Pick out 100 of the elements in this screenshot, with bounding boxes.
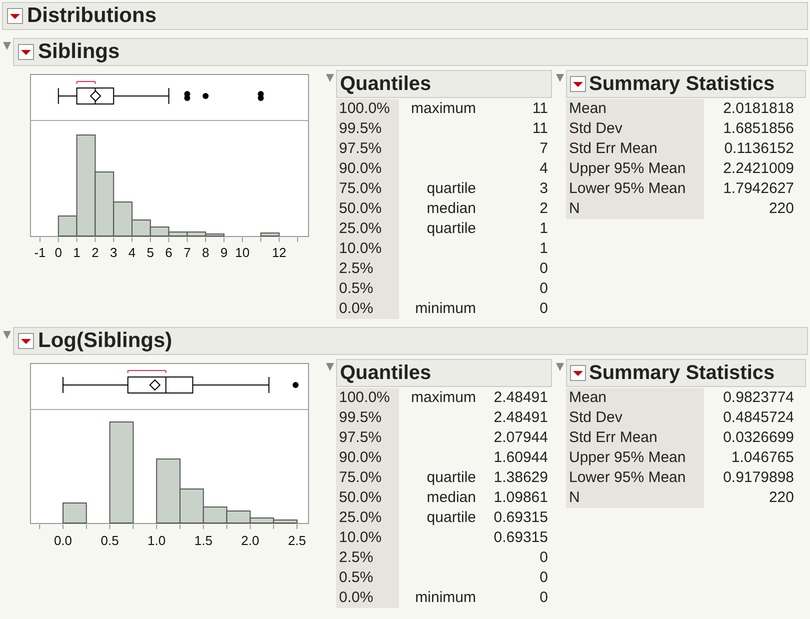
caret-icon xyxy=(21,338,31,344)
percent-cell: 10.0% xyxy=(336,528,399,548)
axis-label: 10 xyxy=(235,245,250,260)
statistic-cell: Upper 95% Mean xyxy=(566,159,704,179)
value-cell-text: 1.60944 xyxy=(492,448,548,468)
value-cell-text: 0.1136152 xyxy=(723,139,794,159)
statistic-cell: Mean xyxy=(566,99,704,119)
menu-button[interactable] xyxy=(570,365,586,381)
value-cell-text: 2 xyxy=(538,199,548,219)
menu-button[interactable] xyxy=(18,333,34,349)
quantile-label: quartile xyxy=(426,509,476,526)
quantile-label: maximum xyxy=(410,100,476,117)
menu-button[interactable] xyxy=(18,44,34,60)
value-cell-text: 0.9179898 xyxy=(722,468,794,488)
statistic-cell: Std Dev xyxy=(566,119,704,139)
axis-label: 7 xyxy=(184,245,191,260)
quantile-label: quartile xyxy=(426,220,476,237)
percent-cell: 100.0% xyxy=(336,99,399,119)
statistic-cell: Lower 95% Mean xyxy=(566,468,704,488)
axis-label: 1 xyxy=(73,245,80,260)
value-cell-text: 4 xyxy=(538,159,548,179)
statistic-cell: N xyxy=(566,488,704,508)
value-cell-text: 2.48491 xyxy=(492,388,548,408)
statistic-cell: Std Err Mean xyxy=(566,139,704,159)
caret-icon xyxy=(10,14,20,18)
section-title: Log(Siblings) xyxy=(38,329,172,353)
axis-label: 9 xyxy=(220,245,228,260)
value-cell-text: 2.48491 xyxy=(492,408,548,428)
axis-label: 12 xyxy=(272,245,286,260)
value-cell-text: 7 xyxy=(538,139,548,159)
axis-label: 2 xyxy=(92,245,99,260)
section-title: Siblings xyxy=(38,40,120,64)
axis-label: 4 xyxy=(128,245,136,260)
histogram-bar xyxy=(62,502,87,524)
value-cell-text: 0 xyxy=(538,568,548,588)
axis-label: 1.5 xyxy=(194,533,212,548)
percent-cell: 75.0% xyxy=(336,179,399,199)
menu-button[interactable] xyxy=(7,8,23,24)
value-cell-text: 0.4845724 xyxy=(722,408,794,428)
value-cell-text: 0.0326699 xyxy=(722,428,794,448)
value-cell-text: 0 xyxy=(538,279,548,299)
histogram-bar xyxy=(260,232,280,236)
percent-cell: 75.0% xyxy=(336,468,399,488)
statistic-cell: Lower 95% Mean xyxy=(566,179,704,199)
value-cell-text: 2.07944 xyxy=(492,428,548,448)
value-cell-text: 2.0181818 xyxy=(722,99,794,119)
percent-cell: 99.5% xyxy=(336,119,399,139)
caret-icon xyxy=(573,370,583,376)
percent-cell: 0.5% xyxy=(336,279,399,299)
value-cell-text: 11 xyxy=(531,119,548,139)
percent-cell: 25.0% xyxy=(336,508,399,528)
panel-title: Summary Statistics xyxy=(589,362,775,384)
percent-cell: 50.0% xyxy=(336,199,399,219)
percent-cell: 90.0% xyxy=(336,448,399,468)
axis-label: 6 xyxy=(165,245,172,260)
value-cell-text: 1.6851856 xyxy=(722,119,794,139)
percent-cell: 2.5% xyxy=(336,548,399,568)
statistic-cell: Std Err Mean xyxy=(566,428,704,448)
value-cell-text: 11 xyxy=(531,99,548,119)
axis-label: 1.0 xyxy=(148,533,166,548)
value-cell-text: 0 xyxy=(538,299,548,319)
percent-cell: 97.5% xyxy=(336,139,399,159)
caret-icon xyxy=(21,50,31,54)
percent-cell: 10.0% xyxy=(336,239,399,259)
percent-cell: 0.0% xyxy=(336,299,399,319)
percent-cell: 50.0% xyxy=(336,488,399,508)
percent-cell: 99.5% xyxy=(336,408,399,428)
quantile-label: minimum xyxy=(415,589,476,606)
percent-cell: 0.5% xyxy=(336,568,399,588)
quantile-label: quartile xyxy=(426,469,476,486)
axis-label: 2.0 xyxy=(241,533,260,548)
axis-label: 8 xyxy=(202,245,210,260)
quantile-label: quartile xyxy=(426,180,476,197)
value-cell-text: 0.69315 xyxy=(492,528,548,548)
percent-cell: 90.0% xyxy=(336,159,399,179)
percent-cell: 2.5% xyxy=(336,259,399,279)
quantile-label: median xyxy=(426,489,476,506)
value-cell-text: 1.046765 xyxy=(730,448,794,468)
axis-label: 3 xyxy=(110,245,118,260)
value-cell-text: 220 xyxy=(768,199,794,219)
menu-button[interactable] xyxy=(570,76,586,92)
percent-cell: 0.0% xyxy=(336,588,399,608)
value-cell-text: 0 xyxy=(538,548,548,568)
value-cell-text: 2.2421009 xyxy=(722,159,794,179)
value-cell-text: 0 xyxy=(538,259,548,279)
percent-cell: 25.0% xyxy=(336,219,399,239)
axis-label: 5 xyxy=(146,245,154,260)
value-cell-text: 1 xyxy=(538,239,548,259)
panel-title: Quantiles xyxy=(340,72,432,96)
report-title: Distributions xyxy=(27,4,156,28)
value-cell-text: 0.69315 xyxy=(492,508,548,528)
quantile-label: median xyxy=(426,200,476,217)
value-cell-text: 0.9823774 xyxy=(722,388,794,408)
panel-title: Summary Statistics xyxy=(589,72,775,96)
caret-icon xyxy=(573,82,583,86)
value-cell-text: 1.7942627 xyxy=(722,179,794,199)
percent-cell: 97.5% xyxy=(336,428,399,448)
axis-label: 0.0 xyxy=(54,533,72,548)
statistic-cell: Mean xyxy=(566,388,704,408)
statistic-cell: Std Dev xyxy=(566,408,704,428)
